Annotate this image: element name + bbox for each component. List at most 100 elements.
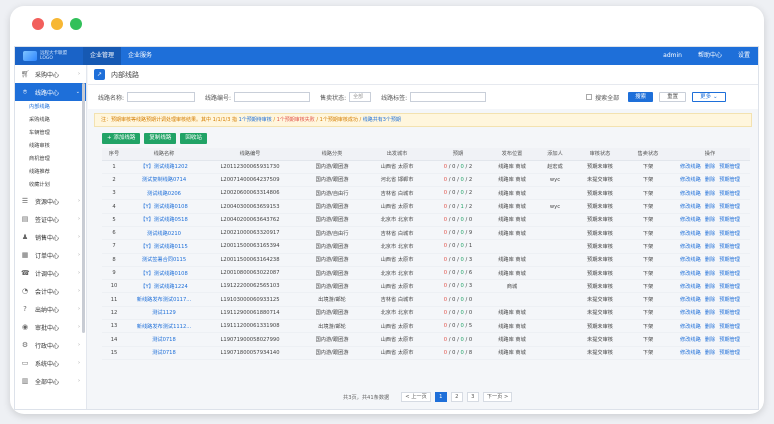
edit-route-link[interactable]: 修改线路 [680,164,701,170]
route-name-link[interactable]: 新线路发布测试0117... [126,292,202,307]
recycle-bin-button[interactable]: 回收站 [180,133,207,144]
route-name-link[interactable]: 【Y】测试线路1224 [126,279,202,294]
sidebar-item-system[interactable]: ▭ 系统中心 › [15,354,86,372]
forecast-manage-link[interactable]: 预期管理 [719,231,740,237]
sidebar-sub-route-review[interactable]: 线路审核 [15,140,86,153]
route-name-link[interactable]: 测试线路0210 [126,226,202,241]
more-button[interactable]: 更多 ⌄ [692,92,726,102]
forecast-manage-link[interactable]: 预期管理 [719,257,740,263]
nav-enterprise-management[interactable]: 企业管理 [83,47,122,65]
edit-route-link[interactable]: 修改线路 [680,324,701,330]
help-center-link[interactable]: 帮助中心 [690,47,730,65]
delete-link[interactable]: 删除 [705,177,715,183]
route-name-link[interactable]: 【Y】测试线路1202 [126,160,202,174]
forecast-manage-link[interactable]: 预期管理 [719,217,740,223]
sidebar-item-cashier[interactable]: ? 出纳中心 › [15,300,86,318]
sidebar-item-approval[interactable]: ◉ 审批中心 › [15,318,86,336]
sidebar-sub-purchase-routes[interactable]: 采购线路 [15,114,86,127]
route-name-link[interactable]: 测试签署合同0115 [126,253,202,267]
delete-link[interactable]: 删除 [705,297,715,303]
next-page-button[interactable]: 下一页 > [482,392,513,402]
forecast-manage-link[interactable]: 预期管理 [719,284,740,290]
route-name-link[interactable]: 测试线路0206 [126,186,202,201]
nav-enterprise-service[interactable]: 企业服务 [121,47,159,65]
sidebar-item-visa[interactable]: ▤ 签证中心 › [15,210,86,228]
sidebar-sub-vehicles[interactable]: 车辆管理 [15,127,86,140]
delete-link[interactable]: 删除 [705,284,715,290]
search-all-toggle[interactable]: 搜索全部 [586,93,622,102]
minimize-dot[interactable] [51,18,63,30]
sale-status-select[interactable]: 全部 [349,92,372,102]
delete-link[interactable]: 删除 [705,324,715,330]
sidebar-scrollbar[interactable] [82,83,85,333]
edit-route-link[interactable]: 修改线路 [680,217,701,223]
sidebar-item-orders[interactable]: ▦ 订单中心 › [15,246,86,264]
forecast-manage-link[interactable]: 预期管理 [719,244,740,250]
delete-link[interactable]: 删除 [705,217,715,223]
forecast-manage-link[interactable]: 预期管理 [719,177,740,183]
route-name-link[interactable]: 【Y】测试线路0115 [126,239,202,254]
route-name-link[interactable]: 【Y】测试线路0518 [126,213,202,227]
delete-link[interactable]: 删除 [705,191,715,197]
forecast-manage-link[interactable]: 预期管理 [719,350,740,356]
delete-link[interactable]: 删除 [705,310,715,316]
edit-route-link[interactable]: 修改线路 [680,271,701,277]
sidebar-item-purchase[interactable]: 🛒︎ 采购中心 › [15,65,86,83]
route-code-input[interactable] [234,92,311,102]
delete-link[interactable]: 删除 [705,164,715,170]
edit-route-link[interactable]: 修改线路 [680,191,701,197]
edit-route-link[interactable]: 修改线路 [680,337,701,343]
sidebar-item-admin[interactable]: ⚙ 行政中心 › [15,336,86,354]
user-menu[interactable]: admin [655,47,690,65]
notice-pending-link[interactable]: 1个预期待审核 [239,117,272,123]
route-name-input[interactable] [127,92,196,102]
reset-button[interactable]: 重置 [659,92,687,102]
search-button[interactable]: 搜索 [628,92,654,102]
edit-route-link[interactable]: 修改线路 [680,204,701,210]
route-name-link[interactable]: 测试复制线路0714 [126,173,202,188]
sidebar-sub-internal-routes[interactable]: 内部线路 [15,101,86,114]
forecast-manage-link[interactable]: 预期管理 [719,337,740,343]
route-name-link[interactable]: 测试0718 [126,346,202,360]
forecast-manage-link[interactable]: 预期管理 [719,271,740,277]
forecast-manage-link[interactable]: 预期管理 [719,164,740,170]
route-name-link[interactable]: 【Y】测试线路0108 [126,266,202,281]
sidebar-sub-opportunity[interactable]: 商机管理 [15,153,86,166]
route-name-link[interactable]: 测试0718 [126,332,202,347]
delete-link[interactable]: 删除 [705,231,715,237]
sidebar-item-all[interactable]: ▥ 全部中心 › [15,372,86,390]
page-3-button[interactable]: 3 [466,392,479,402]
delete-link[interactable]: 删除 [705,271,715,277]
edit-route-link[interactable]: 修改线路 [680,177,701,183]
route-tag-input[interactable] [410,92,487,102]
prev-page-button[interactable]: < 上一页 [401,392,431,402]
delete-link[interactable]: 删除 [705,204,715,210]
sidebar-sub-favorites[interactable]: 收藏计划 [15,179,86,192]
edit-route-link[interactable]: 修改线路 [680,244,701,250]
forecast-manage-link[interactable]: 预期管理 [719,204,740,210]
search-all-checkbox[interactable] [586,94,593,100]
edit-route-link[interactable]: 修改线路 [680,284,701,290]
sidebar-item-routes[interactable]: ⌾ 线路中心 ⌄ [15,83,86,101]
route-name-link[interactable]: 测试1129 [126,306,202,321]
forecast-manage-link[interactable]: 预期管理 [719,297,740,303]
forecast-manage-link[interactable]: 预期管理 [719,191,740,197]
forecast-manage-link[interactable]: 预期管理 [719,310,740,316]
edit-route-link[interactable]: 修改线路 [680,297,701,303]
add-route-button[interactable]: + 添加线路 [102,133,141,144]
delete-link[interactable]: 删除 [705,337,715,343]
sidebar-sub-recommend[interactable]: 线路推荐 [15,166,86,179]
notice-total-link[interactable]: 线路共有3个预期 [363,117,401,123]
delete-link[interactable]: 删除 [705,350,715,356]
sidebar-item-sales[interactable]: ♟ 销售中心 › [15,228,86,246]
route-name-link[interactable]: 【Y】测试线路0108 [126,199,202,214]
copy-route-button[interactable]: 复制线路 [144,133,177,144]
edit-route-link[interactable]: 修改线路 [680,257,701,263]
settings-link[interactable]: 设置 [730,47,758,65]
sidebar-item-dispatch[interactable]: ☎ 计调中心 › [15,264,86,282]
sidebar-item-accounting[interactable]: ◔ 会计中心 › [15,282,86,300]
notice-failed-link[interactable]: 1个预期审核失败 [277,117,315,123]
edit-route-link[interactable]: 修改线路 [680,310,701,316]
page-2-button[interactable]: 2 [450,392,463,402]
delete-link[interactable]: 删除 [705,244,715,250]
